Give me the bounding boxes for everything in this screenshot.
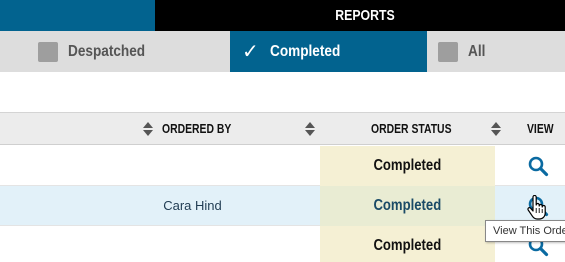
ordered-by-cell <box>130 146 255 186</box>
order-status-text: Completed <box>373 157 442 174</box>
page-title: REPORTS <box>335 7 395 24</box>
view-order-button[interactable] <box>518 146 558 186</box>
status-filter-tabs: Despatched ✓ Completed All <box>0 31 565 72</box>
tab-all-label: All <box>468 42 486 60</box>
order-status-cell: Completed <box>320 146 495 186</box>
table-header: ORDERED BY ORDER STATUS VIEW <box>0 112 565 145</box>
search-icon[interactable] <box>527 155 549 177</box>
tab-completed-label: Completed <box>270 42 341 60</box>
table-row: Completed <box>0 146 565 186</box>
ordered-by-cell <box>130 226 255 262</box>
view-order-tooltip: View This Order <box>485 220 565 242</box>
sort-icon[interactable] <box>491 121 501 136</box>
sort-icon[interactable] <box>143 121 153 136</box>
top-bar: REPORTS <box>0 0 565 31</box>
hand-pointer-icon <box>527 195 546 220</box>
order-status-cell: Completed <box>320 186 495 226</box>
checkmark-icon: ✓ <box>242 41 259 63</box>
column-ordered-by[interactable]: ORDERED BY <box>143 113 249 144</box>
sort-order-status[interactable] <box>491 113 501 144</box>
column-ordered-by-label: ORDERED BY <box>162 121 232 136</box>
tab-completed[interactable]: ✓ Completed <box>230 31 427 72</box>
order-status-text: Completed <box>373 197 442 214</box>
table-row: Completed <box>0 226 565 262</box>
column-view: VIEW <box>527 113 560 144</box>
sort-ordered-by[interactable] <box>305 113 315 144</box>
despatched-checkbox[interactable] <box>38 41 58 62</box>
order-status-text: Completed <box>373 237 442 254</box>
column-order-status[interactable]: ORDER STATUS <box>371 113 472 144</box>
ordered-by-cell: Cara Hind <box>163 198 222 213</box>
tab-despatched[interactable]: Despatched <box>38 31 228 72</box>
tab-all[interactable]: All <box>438 31 565 72</box>
order-status-cell: Completed <box>320 226 495 262</box>
column-view-label: VIEW <box>527 121 554 136</box>
top-bar-accent <box>0 0 155 31</box>
table-row: Cara Hind Completed <box>0 186 565 226</box>
tab-despatched-label: Despatched <box>68 42 146 60</box>
column-order-status-label: ORDER STATUS <box>371 121 452 136</box>
sort-icon[interactable] <box>305 121 315 136</box>
all-checkbox[interactable] <box>438 41 458 62</box>
